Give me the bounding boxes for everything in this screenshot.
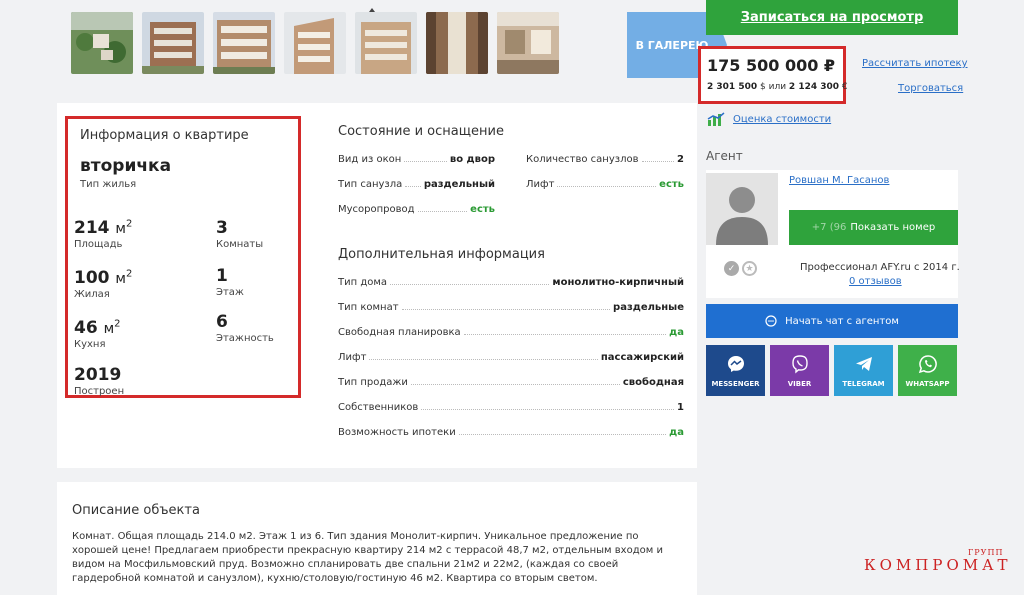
stat-floors: 6 Этажность (216, 312, 274, 344)
price-box: 175 500 000 ₽ 2 301 500 $ или 2 124 300 … (698, 46, 848, 104)
gallery-thumbnail-interior[interactable] (497, 12, 559, 74)
gallery-thumbnail-facade-4[interactable] (355, 12, 417, 74)
start-chat-button[interactable]: Начать чат с агентом (706, 304, 958, 338)
mortgage-calc-link[interactable]: Рассчитать ипотеку (862, 58, 968, 69)
apartment-info-title: Информация о квартире (80, 128, 249, 143)
row-open-plan: Свободная планировка да (338, 327, 684, 338)
row-owners: Собственников 1 (338, 402, 684, 413)
gallery-thumbnail-atrium[interactable] (426, 12, 488, 74)
chat-bubble-icon (765, 315, 777, 327)
messenger-button[interactable]: MESSENGER (706, 345, 765, 396)
reviews-link[interactable]: 0 отзывов (849, 276, 902, 287)
row-bathroom-type: Тип санузла раздельный (338, 179, 495, 190)
telegram-button[interactable]: TELEGRAM (834, 345, 893, 396)
watermark-sup: ГРУПП (968, 548, 1004, 557)
star-badge-icon: ★ (742, 261, 757, 276)
description-card: Описание объекта Комнат. Общая площадь 2… (57, 482, 697, 595)
info-card: Информация о квартире вторичка Тип жилья… (57, 103, 697, 468)
stat-rooms: 3 Комнаты (216, 218, 264, 250)
row-house-type: Тип дома монолитно-кирпичный (338, 277, 684, 288)
stat-area: 214 м2 Площадь (74, 218, 133, 250)
messenger-icon (727, 355, 744, 372)
gallery-thumbnail-facade-2[interactable] (213, 12, 275, 74)
telegram-icon (855, 356, 872, 371)
condition-title: Состояние и оснащение (338, 124, 504, 139)
row-sale-type: Тип продажи свободная (338, 377, 684, 388)
row-garbage-chute: Мусоропровод есть (338, 204, 495, 215)
apartment-info-box: Информация о квартире вторичка Тип жилья… (65, 116, 301, 398)
stat-floor: 1 Этаж (216, 266, 244, 298)
price-converted: 2 301 500 $ или 2 124 300 € (707, 82, 848, 92)
housing-type-value: вторичка (80, 156, 172, 176)
user-silhouette-icon (706, 173, 778, 245)
agent-pro-text: Профессионал AFY.ru с 2014 г. (800, 262, 960, 273)
book-viewing-button[interactable]: Записаться на просмотр (706, 0, 958, 35)
agent-badges: ✓ ★ (724, 261, 757, 276)
gallery-thumbnail-aerial[interactable] (71, 12, 133, 74)
agent-card: Ровшан М. Гасанов +7 (96 Показать номер … (706, 170, 960, 298)
bargain-link[interactable]: Торговаться (898, 83, 963, 94)
row-room-type: Тип комнат раздельные (338, 302, 684, 313)
agent-avatar[interactable] (706, 173, 778, 245)
agent-name-link[interactable]: Ровшан М. Гасанов (789, 175, 889, 186)
whatsapp-button[interactable]: WHATSAPP (898, 345, 957, 396)
row-elevator: Лифт есть (526, 179, 684, 190)
chart-icon (707, 112, 725, 126)
price-estimate-link[interactable]: Оценка стоимости (733, 114, 831, 125)
stat-kitchen: 46 м2 Кухня (74, 318, 121, 350)
stat-living: 100 м2 Жилая (74, 268, 133, 300)
gallery-thumbnail-facade-1[interactable] (142, 12, 204, 74)
row-bathroom-count: Количество санузлов 2 (526, 154, 684, 165)
price-rub: 175 500 000 ₽ (707, 56, 836, 75)
whatsapp-icon (918, 354, 937, 373)
row-elevator-type: Лифт пассажирский (338, 352, 684, 363)
extra-info-title: Дополнительная информация (338, 247, 545, 262)
photo-gallery: В ГАЛЕРЕЮ (57, 0, 727, 92)
viber-icon (791, 354, 808, 374)
description-text: Комнат. Общая площадь 214.0 м2. Этаж 1 и… (72, 531, 663, 584)
row-mortgage: Возможность ипотеки да (338, 427, 684, 438)
housing-type-label: Тип жилья (80, 179, 137, 190)
gallery-thumbnail-facade-3[interactable] (284, 12, 346, 74)
agent-label: Агент (706, 149, 743, 163)
row-window-view: Вид из окон во двор (338, 154, 495, 165)
description-title: Описание объекта (72, 503, 200, 518)
check-badge-icon: ✓ (724, 261, 739, 276)
viber-button[interactable]: VIBER (770, 345, 829, 396)
show-phone-button[interactable]: +7 (96 Показать номер (789, 210, 958, 245)
watermark-logo: КОМПРОМАТ (864, 556, 1012, 574)
stat-built: 2019 Построен (74, 365, 125, 397)
